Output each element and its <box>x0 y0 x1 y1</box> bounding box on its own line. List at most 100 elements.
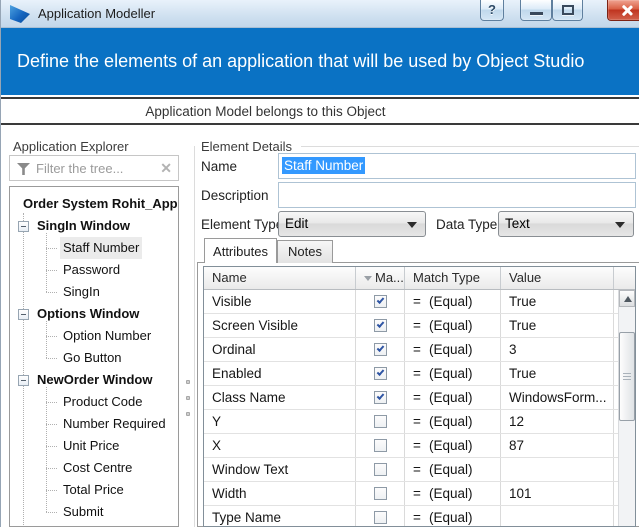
scroll-up-button[interactable] <box>619 290 635 307</box>
match-checkbox[interactable] <box>374 415 387 428</box>
attribute-value-cell[interactable]: 3 <box>501 338 614 361</box>
data-type-select[interactable]: Text <box>498 211 634 237</box>
attribute-name-cell[interactable]: Screen Visible <box>204 314 356 337</box>
tree-item-label[interactable]: Go Button <box>60 347 125 369</box>
match-type-cell[interactable]: =(Equal) <box>405 458 501 481</box>
column-header-match[interactable]: Ma... <box>356 267 405 289</box>
attribute-value-cell[interactable]: True <box>501 314 614 337</box>
tree-item-number-required[interactable]: Number Required <box>10 413 178 435</box>
collapse-icon[interactable] <box>18 375 29 386</box>
attribute-row-screen-visible[interactable]: Screen Visible =(Equal)True <box>204 314 635 338</box>
match-checkbox[interactable] <box>374 319 387 332</box>
name-input[interactable]: Staff Number <box>278 153 636 179</box>
tree-item-submit[interactable]: Submit <box>10 501 178 523</box>
tree-item-unit-price[interactable]: Unit Price <box>10 435 178 457</box>
match-checkbox[interactable] <box>374 295 387 308</box>
match-type-cell[interactable]: =(Equal) <box>405 410 501 433</box>
tree-item-label[interactable]: SingIn <box>60 281 103 303</box>
attribute-value-cell[interactable]: WindowsForm... <box>501 386 614 409</box>
attribute-value-cell[interactable]: 101 <box>501 482 614 505</box>
tree-item-password[interactable]: Password <box>10 259 178 281</box>
tree-item-go-button[interactable]: Go Button <box>10 347 178 369</box>
tree-item-total-price[interactable]: Total Price <box>10 479 178 501</box>
attribute-name-cell[interactable]: Type Name <box>204 506 356 527</box>
attribute-name-cell[interactable]: Ordinal <box>204 338 356 361</box>
tree-item-label[interactable]: Submit <box>60 501 106 523</box>
attribute-row-ordinal[interactable]: Ordinal =(Equal)3 <box>204 338 635 362</box>
attribute-row-width[interactable]: Width =(Equal)101 <box>204 482 635 506</box>
tree-item-product-code[interactable]: Product Code <box>10 391 178 413</box>
tab-attributes[interactable]: Attributes <box>204 238 277 263</box>
attribute-name-cell[interactable]: X <box>204 434 356 457</box>
tree-item-staff-number[interactable]: Staff Number <box>10 237 178 259</box>
column-header-match-type[interactable]: Match Type <box>405 267 501 289</box>
help-button[interactable]: ? <box>480 0 504 21</box>
attribute-row-x[interactable]: X =(Equal)87 <box>204 434 635 458</box>
maximize-button[interactable] <box>552 0 583 21</box>
attribute-row-enabled[interactable]: Enabled=(Equal)True <box>204 362 635 386</box>
tree-item-order-confirmation-window[interactable]: Order Confirmation Window <box>10 523 178 527</box>
clear-filter-icon[interactable]: ✕ <box>160 160 172 177</box>
tree-item-label[interactable]: Cost Centre <box>60 457 135 479</box>
attribute-row-y[interactable]: Y=(Equal)12 <box>204 410 635 434</box>
match-type-cell[interactable]: =(Equal) <box>405 386 501 409</box>
tree-item-label[interactable]: Total Price <box>60 479 127 501</box>
tree-item-option-number[interactable]: Option Number <box>10 325 178 347</box>
tree-item-label[interactable]: Order System Rohit_App <box>20 193 179 215</box>
attribute-value-cell[interactable]: True <box>501 290 614 313</box>
attribute-name-cell[interactable]: Visible <box>204 290 356 313</box>
close-button[interactable] <box>607 0 639 21</box>
match-checkbox[interactable] <box>374 487 387 500</box>
tree-item-options-window[interactable]: Options Window <box>10 303 178 325</box>
match-type-cell[interactable]: =(Equal) <box>405 314 501 337</box>
tree-item-label[interactable]: Options Window <box>34 303 142 325</box>
tree-item-cost-centre[interactable]: Cost Centre <box>10 457 178 479</box>
attribute-row-visible[interactable]: Visible=(Equal)True <box>204 290 635 314</box>
tab-notes[interactable]: Notes <box>277 240 333 263</box>
attribute-name-cell[interactable]: Enabled <box>204 362 356 385</box>
attribute-row-type-name[interactable]: Type Name =(Equal) <box>204 506 635 527</box>
tree-item-order-system-rohit-app[interactable]: Order System Rohit_App <box>10 193 178 215</box>
match-checkbox[interactable] <box>374 367 387 380</box>
tree-item-label[interactable]: Staff Number <box>60 237 142 259</box>
match-type-cell[interactable]: =(Equal) <box>405 434 501 457</box>
match-checkbox[interactable] <box>374 391 387 404</box>
tree-item-label[interactable]: Password <box>60 259 123 281</box>
collapse-icon[interactable] <box>18 309 29 320</box>
attribute-name-cell[interactable]: Window Text <box>204 458 356 481</box>
tree-item-singin-window[interactable]: SingIn Window <box>10 215 178 237</box>
tree-item-label[interactable]: Unit Price <box>60 435 122 457</box>
match-type-cell[interactable]: =(Equal) <box>405 506 501 527</box>
description-input[interactable] <box>278 182 636 208</box>
match-checkbox[interactable] <box>374 343 387 356</box>
table-scrollbar[interactable] <box>618 290 635 526</box>
attribute-value-cell[interactable] <box>501 458 614 481</box>
attribute-row-window-text[interactable]: Window Text =(Equal) <box>204 458 635 482</box>
scrollbar-thumb[interactable] <box>619 332 635 421</box>
match-type-cell[interactable]: =(Equal) <box>405 338 501 361</box>
filter-tree-input[interactable]: Filter the tree... ✕ <box>9 155 179 181</box>
match-type-cell[interactable]: =(Equal) <box>405 482 501 505</box>
attribute-value-cell[interactable] <box>501 506 614 527</box>
tree-item-label[interactable]: Order Confirmation Window <box>34 523 179 527</box>
tree-item-label[interactable]: Option Number <box>60 325 154 347</box>
panel-splitter[interactable] <box>184 380 192 430</box>
attribute-value-cell[interactable]: 87 <box>501 434 614 457</box>
tree-item-label[interactable]: Product Code <box>60 391 146 413</box>
element-type-select[interactable]: Edit <box>278 211 426 237</box>
attribute-row-class-name[interactable]: Class Name =(Equal)WindowsForm... <box>204 386 635 410</box>
tree-item-label[interactable]: Number Required <box>60 413 169 435</box>
attribute-name-cell[interactable]: Class Name <box>204 386 356 409</box>
attribute-name-cell[interactable]: Y <box>204 410 356 433</box>
tree-item-label[interactable]: SingIn Window <box>34 215 133 237</box>
match-type-cell[interactable]: =(Equal) <box>405 362 501 385</box>
minimize-button[interactable] <box>520 0 552 21</box>
tree-item-neworder-window[interactable]: NewOrder Window <box>10 369 178 391</box>
match-checkbox[interactable] <box>374 463 387 476</box>
collapse-icon[interactable] <box>18 221 29 232</box>
match-checkbox[interactable] <box>374 439 387 452</box>
tree-item-singin[interactable]: SingIn <box>10 281 178 303</box>
attribute-name-cell[interactable]: Width <box>204 482 356 505</box>
tree-item-label[interactable]: NewOrder Window <box>34 369 155 391</box>
column-header-name[interactable]: Name <box>204 267 356 289</box>
